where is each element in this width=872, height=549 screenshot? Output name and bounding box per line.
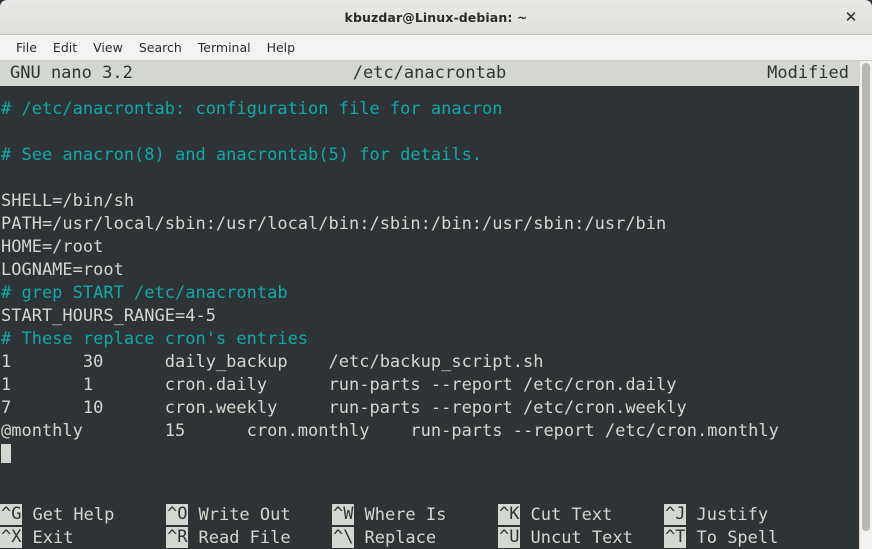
shortcut-label: Write Out <box>198 504 291 525</box>
shortcut-key: ^U <box>498 527 521 548</box>
menu-bar: File Edit View Search Terminal Help <box>0 35 872 61</box>
editor-line: 1 30 daily_backup /etc/backup_script.sh <box>1 352 544 372</box>
terminal-scrollbar[interactable] <box>859 61 872 549</box>
editor-line: LOGNAME=root <box>1 260 124 280</box>
shortcut-key: ^R <box>166 527 189 548</box>
shortcut-label: To Spell <box>696 527 779 548</box>
shortcut-label: Uncut Text <box>530 527 633 548</box>
editor-line: 1 1 cron.daily run-parts --report /etc/c… <box>1 375 677 395</box>
editor-line: # grep START /etc/anacrontab <box>1 283 288 303</box>
editor-line: 7 10 cron.weekly run-parts --report /etc… <box>1 398 687 418</box>
shortcut-key: ^\ <box>332 527 355 548</box>
shortcut-key: ^K <box>498 504 521 525</box>
terminal-window: kbuzdar@Linux-debian: ~ ✕ File Edit View Se… <box>0 0 872 549</box>
nano-status-bar: GNU nano 3.2 /etc/anacrontab Modified <box>0 61 859 87</box>
shortcut-read-file[interactable]: ^R Read File <box>166 526 332 549</box>
editor-line: # See anacron(8) and anacrontab(5) for d… <box>1 145 483 165</box>
shortcut-key: ^O <box>166 504 189 525</box>
shortcut-key: ^J <box>664 504 687 525</box>
scrollbar-thumb[interactable] <box>862 63 870 532</box>
editor-line: START_HOURS_RANGE=4-5 <box>1 306 216 326</box>
menu-item-file[interactable]: File <box>8 38 45 57</box>
editor-line: SHELL=/bin/sh <box>1 191 135 211</box>
shortcut-key: ^T <box>664 527 687 548</box>
shortcut-label: Justify <box>696 504 769 525</box>
shortcut-replace[interactable]: ^\ Replace <box>332 526 498 549</box>
shortcut-row-1: ^G Get Help ^O Write Out ^W Where Is ^K Cut Tex… <box>0 503 859 526</box>
shortcut-row-2: ^X Exit ^R Read File ^\ Replace ^U Uncut Text ^T… <box>0 526 859 549</box>
editor-content[interactable]: # /etc/anacrontab: configuration file fo… <box>0 87 859 503</box>
shortcut-justify[interactable]: ^J Justify <box>664 503 830 526</box>
window-titlebar: kbuzdar@Linux-debian: ~ ✕ <box>0 0 872 35</box>
nano-modified-indicator: Modified <box>767 63 849 83</box>
editor-line: HOME=/root <box>1 237 104 257</box>
shortcut-label: Cut Text <box>530 504 613 525</box>
menu-item-search[interactable]: Search <box>131 38 190 57</box>
shortcut-exit[interactable]: ^X Exit <box>0 526 166 549</box>
window-title: kbuzdar@Linux-debian: ~ <box>344 9 528 25</box>
cursor-block <box>1 444 11 463</box>
shortcut-label: Replace <box>364 527 437 548</box>
shortcut-label: Read File <box>198 527 291 548</box>
shortcut-label: Exit <box>32 527 74 548</box>
shortcut-uncut-text[interactable]: ^U Uncut Text <box>498 526 664 549</box>
shortcut-key: ^G <box>0 504 23 525</box>
shortcut-key: ^W <box>332 504 355 525</box>
text-cursor <box>0 443 859 466</box>
menu-item-view[interactable]: View <box>85 38 131 57</box>
nano-shortcut-bar: ^G Get Help ^O Write Out ^W Where Is ^K Cut Tex… <box>0 503 859 549</box>
nano-filename-label: /etc/anacrontab <box>352 63 507 83</box>
shortcut-key: ^X <box>0 527 23 548</box>
shortcut-label: Where Is <box>364 504 447 525</box>
editor-line: # /etc/anacrontab: configuration file fo… <box>1 99 503 119</box>
menu-item-terminal[interactable]: Terminal <box>190 38 259 57</box>
shortcut-where-is[interactable]: ^W Where Is <box>332 503 498 526</box>
shortcut-write-out[interactable]: ^O Write Out <box>166 503 332 526</box>
menu-item-help[interactable]: Help <box>259 38 304 57</box>
editor-line: PATH=/usr/local/sbin:/usr/local/bin:/sbi… <box>1 214 667 234</box>
shortcut-cut-text[interactable]: ^K Cut Text <box>498 503 664 526</box>
editor-line: @monthly 15 cron.monthly run-parts --rep… <box>1 421 779 441</box>
shortcut-get-help[interactable]: ^G Get Help <box>0 503 166 526</box>
shortcut-label: Get Help <box>32 504 115 525</box>
close-icon[interactable]: ✕ <box>840 6 862 28</box>
menu-item-edit[interactable]: Edit <box>45 38 85 57</box>
editor-line: # These replace cron's entries <box>1 329 309 349</box>
terminal-body[interactable]: GNU nano 3.2 /etc/anacrontab Modified # … <box>0 61 872 549</box>
shortcut-to-spell[interactable]: ^T To Spell <box>664 526 830 549</box>
